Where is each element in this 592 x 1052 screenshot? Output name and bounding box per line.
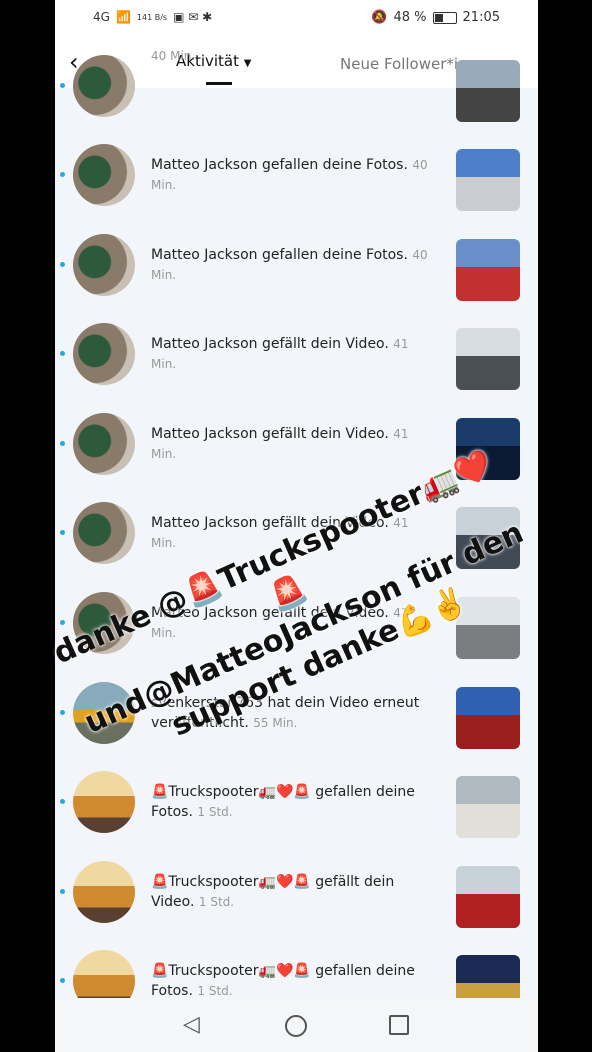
notification-message: Matteo Jackson gefällt dein Video. xyxy=(151,426,389,442)
nav-recents-icon[interactable] xyxy=(389,1015,409,1035)
notification-row[interactable]: Matteo Jackson gefallen deine Fotos. 40 … xyxy=(55,137,538,226)
network-speed: 141 B/s xyxy=(136,12,168,22)
unread-dot xyxy=(60,530,65,535)
unread-dot xyxy=(60,889,65,894)
nav-back-icon[interactable]: ◁ xyxy=(183,1012,200,1037)
avatar[interactable] xyxy=(73,771,135,833)
unread-dot xyxy=(60,710,65,715)
unread-dot xyxy=(60,262,65,267)
post-thumbnail[interactable] xyxy=(456,597,520,659)
notification-text: Matteo Jackson gefällt dein Video. 41 Mi… xyxy=(151,334,431,374)
post-thumbnail[interactable] xyxy=(456,149,520,211)
notification-row[interactable]: Matteo Jackson gefällt dein Video. 41 Mi… xyxy=(55,585,538,674)
phone-screen: 4G 📶 141 B/s ▣ ✉ ✱ 🔕 48 % 21:05 ‹ Aktivi… xyxy=(55,0,538,1052)
notification-icons: ▣ ✉ ✱ xyxy=(173,10,213,24)
notification-text: Matteo Jackson gefällt dein Video. 41 Mi… xyxy=(151,603,431,643)
post-thumbnail[interactable] xyxy=(456,60,520,122)
unread-dot xyxy=(60,978,65,983)
notification-message: Matteo Jackson gefällt dein Video. xyxy=(151,336,389,352)
avatar[interactable] xyxy=(73,413,135,475)
notification-row[interactable]: Matteo Jackson gefallen deine Fotos. 40 … xyxy=(55,227,538,316)
avatar[interactable] xyxy=(73,323,135,385)
unread-dot xyxy=(60,799,65,804)
notification-row[interactable]: svenkerstan763 hat dein Video erneut ver… xyxy=(55,675,538,764)
unread-dot xyxy=(60,172,65,177)
network-indicator: 4G xyxy=(93,10,110,24)
notification-time: 40 Min. xyxy=(151,49,196,63)
mute-icon: 🔕 xyxy=(371,10,388,25)
notification-row[interactable]: 🚨Truckspooter🚛❤️🚨 gefällt dein Video. 1 … xyxy=(55,854,538,943)
notification-message: 🚨Truckspooter🚛❤️🚨 gefallen deine Fotos. xyxy=(151,963,415,999)
status-right: 🔕 48 % 21:05 xyxy=(371,10,500,25)
post-thumbnail[interactable] xyxy=(456,239,520,301)
post-thumbnail[interactable] xyxy=(456,687,520,749)
nav-home-icon[interactable] xyxy=(285,1015,307,1037)
notification-row[interactable]: Matteo Jackson gefällt dein Video. 41 Mi… xyxy=(55,495,538,584)
unread-dot xyxy=(60,351,65,356)
avatar[interactable] xyxy=(73,861,135,923)
post-thumbnail[interactable] xyxy=(456,776,520,838)
notification-message: 🚨Truckspooter🚛❤️🚨 gefällt dein Video. xyxy=(151,874,395,910)
battery-icon xyxy=(432,11,457,24)
notification-message: Matteo Jackson gefallen deine Fotos. xyxy=(151,247,408,263)
notification-time: 1 Std. xyxy=(197,984,233,998)
notification-text: 40 Min. xyxy=(151,46,431,66)
notification-message: Matteo Jackson gefällt dein Video. xyxy=(151,515,389,531)
notification-message: 🚨Truckspooter🚛❤️🚨 gefallen deine Fotos. xyxy=(151,784,415,820)
notification-time: 55 Min. xyxy=(253,716,298,730)
unread-dot xyxy=(60,620,65,625)
notification-text: Matteo Jackson gefallen deine Fotos. 40 … xyxy=(151,245,431,285)
notification-text: Matteo Jackson gefällt dein Video. 41 Mi… xyxy=(151,424,431,464)
notification-row[interactable]: Matteo Jackson gefällt dein Video. 41 Mi… xyxy=(55,316,538,405)
avatar[interactable] xyxy=(73,144,135,206)
notification-text: 🚨Truckspooter🚛❤️🚨 gefallen deine Fotos. … xyxy=(151,961,431,1001)
notification-time: 1 Std. xyxy=(197,805,233,819)
notification-message: Matteo Jackson gefallen deine Fotos. xyxy=(151,157,408,173)
notification-list[interactable]: 40 Min. Matteo Jackson gefallen deine Fot… xyxy=(55,49,538,1017)
notification-text: svenkerstan763 hat dein Video erneut ver… xyxy=(151,693,431,733)
avatar[interactable] xyxy=(73,234,135,296)
notification-text: 🚨Truckspooter🚛❤️🚨 gefällt dein Video. 1 … xyxy=(151,872,431,912)
notification-row[interactable]: 🚨Truckspooter🚛❤️🚨 gefallen deine Fotos. … xyxy=(55,764,538,853)
post-thumbnail[interactable] xyxy=(456,507,520,569)
unread-dot xyxy=(60,441,65,446)
avatar[interactable] xyxy=(73,55,135,117)
notification-row[interactable]: Matteo Jackson gefällt dein Video. 41 Mi… xyxy=(55,406,538,495)
avatar[interactable] xyxy=(73,592,135,654)
post-thumbnail[interactable] xyxy=(456,866,520,928)
avatar[interactable] xyxy=(73,682,135,744)
notification-text: Matteo Jackson gefallen deine Fotos. 40 … xyxy=(151,155,431,195)
status-left: 4G 📶 141 B/s ▣ ✉ ✱ xyxy=(93,10,212,24)
clock: 21:05 xyxy=(462,10,500,25)
unread-dot xyxy=(60,83,65,88)
post-thumbnail[interactable] xyxy=(456,418,520,480)
status-bar: 4G 📶 141 B/s ▣ ✉ ✱ 🔕 48 % 21:05 xyxy=(55,0,538,38)
notification-time: 1 Std. xyxy=(198,895,235,909)
notification-text: Matteo Jackson gefällt dein Video. 41 Mi… xyxy=(151,513,431,553)
notification-text: 🚨Truckspooter🚛❤️🚨 gefallen deine Fotos. … xyxy=(151,782,431,822)
notification-message: Matteo Jackson gefällt dein Video. xyxy=(151,605,389,621)
avatar[interactable] xyxy=(73,502,135,564)
wifi-icon: 📶 xyxy=(115,10,131,24)
post-thumbnail[interactable] xyxy=(456,328,520,390)
battery-level xyxy=(434,13,444,22)
battery-percent: 48 % xyxy=(393,10,427,25)
system-nav-bar: ◁ xyxy=(55,998,538,1052)
notification-row[interactable]: 40 Min. xyxy=(55,48,538,137)
